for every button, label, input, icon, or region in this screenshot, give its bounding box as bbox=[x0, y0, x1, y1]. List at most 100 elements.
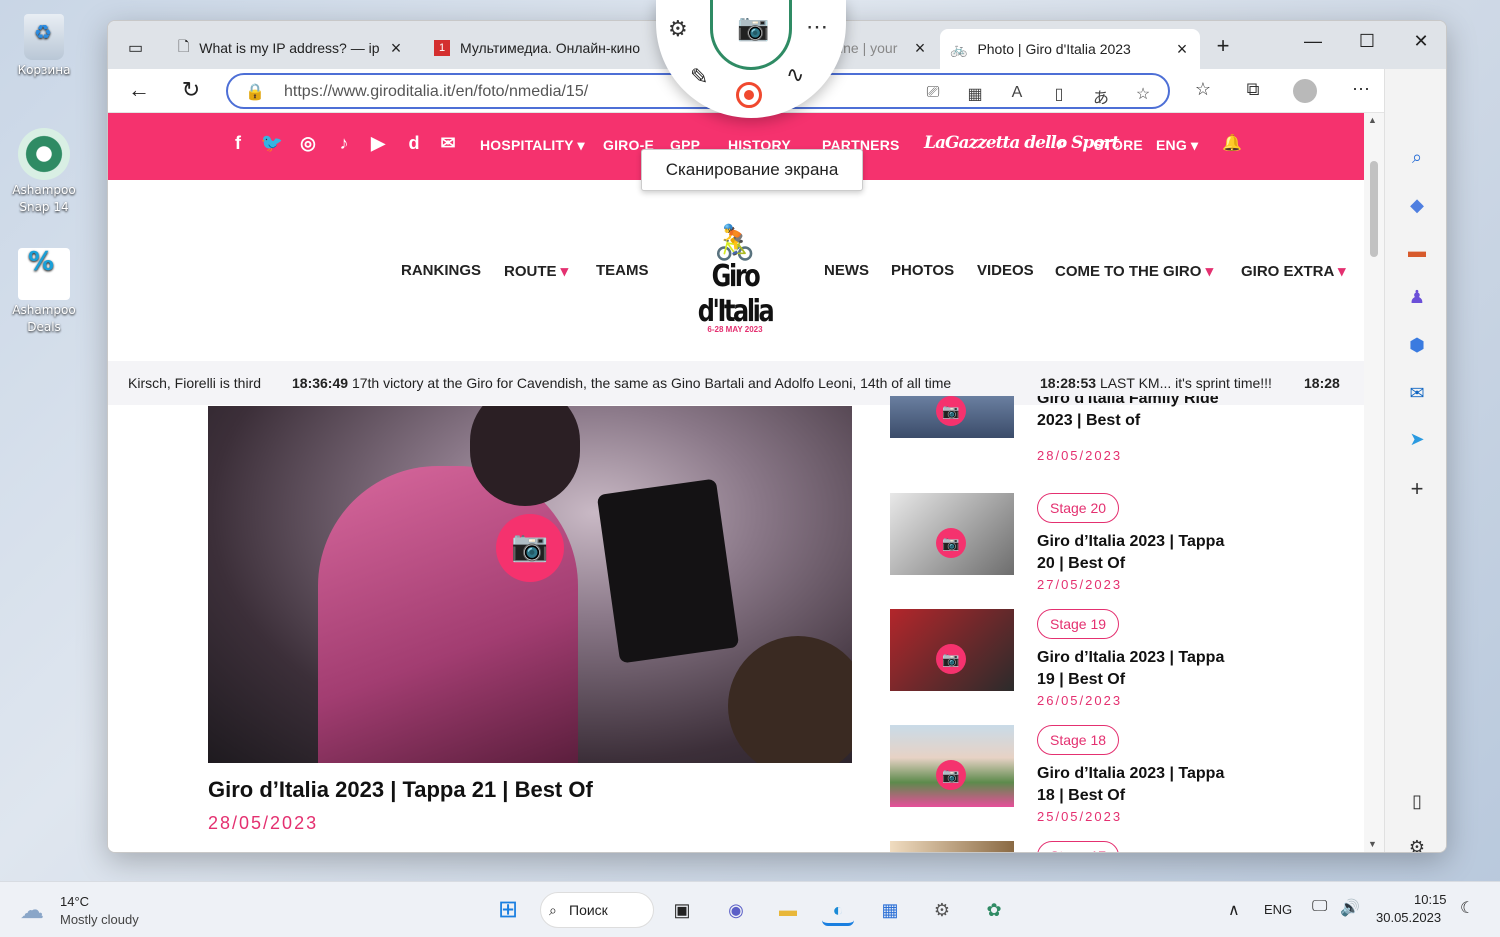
translate-icon[interactable]: あ bbox=[1090, 84, 1112, 108]
bell-icon[interactable]: 🔔 bbox=[1222, 133, 1242, 153]
scrollbar-thumb[interactable] bbox=[1370, 161, 1378, 257]
tab-label: What is my IP address? — ip. bbox=[199, 40, 380, 56]
tools-icon[interactable]: ▬ bbox=[1403, 237, 1431, 265]
nav-photos[interactable]: PHOTOS bbox=[891, 262, 954, 279]
page-scrollbar[interactable]: ▲ ▼ bbox=[1364, 113, 1384, 852]
hero-title[interactable]: Giro d’Italia 2023 | Tappa 21 | Best Of bbox=[208, 777, 593, 803]
more-options-icon[interactable]: ⋯ bbox=[1346, 79, 1376, 100]
tab-actions-button[interactable]: ▭ bbox=[118, 33, 158, 63]
store-icon[interactable]: ▦ bbox=[874, 894, 906, 926]
new-tab-button[interactable]: + bbox=[1200, 33, 1246, 59]
search-icon[interactable]: ⌕ bbox=[1403, 143, 1431, 171]
close-icon[interactable]: × bbox=[910, 38, 930, 59]
ashampoo-snap-taskbar-icon[interactable]: ✿ bbox=[978, 894, 1010, 926]
close-icon[interactable]: × bbox=[1172, 39, 1192, 60]
instagram-icon[interactable]: ◎ bbox=[296, 133, 320, 154]
start-icon[interactable]: ⊞ bbox=[492, 894, 524, 926]
maximize-button[interactable]: ☐ bbox=[1344, 31, 1390, 52]
send-icon[interactable]: ➤ bbox=[1403, 425, 1431, 453]
facebook-icon[interactable]: f bbox=[226, 133, 250, 154]
add-icon[interactable]: + bbox=[1403, 475, 1431, 503]
shopping-tag-icon[interactable]: ◆ bbox=[1403, 191, 1431, 219]
close-icon[interactable]: × bbox=[386, 38, 406, 59]
list-item[interactable]: Stage 17 bbox=[890, 841, 1250, 852]
nav-come-to-the-giro[interactable]: COME TO THE GIRO ▾ bbox=[1055, 262, 1213, 280]
network-icon[interactable]: 🖵 bbox=[1312, 898, 1327, 916]
desktop-ashampoo-snap[interactable]: Ashampoo Snap 14 bbox=[8, 128, 80, 216]
scroll-up-arrow[interactable]: ▲ bbox=[1368, 115, 1377, 125]
add-favorite-icon[interactable]: ☆ bbox=[1132, 84, 1154, 104]
list-item[interactable]: 📷 Stage 18 Giro d’Italia 2023 | Tappa 18… bbox=[890, 725, 1250, 835]
stage-badge[interactable]: Stage 18 bbox=[1037, 725, 1120, 755]
dailymotion-icon[interactable]: d bbox=[402, 133, 426, 154]
read-aloud-icon[interactable]: A bbox=[1006, 84, 1028, 102]
microsoft365-icon[interactable]: ⬢ bbox=[1403, 331, 1431, 359]
sidebar-toggle-icon[interactable]: ▯ bbox=[1403, 787, 1431, 815]
nav-teams[interactable]: TEAMS bbox=[596, 262, 649, 279]
gazzetta-logo[interactable]: LaGazzetta dello Sport bbox=[924, 133, 1119, 153]
app-available-icon[interactable]: ⎚ bbox=[922, 84, 944, 102]
scroll-down-arrow[interactable]: ▼ bbox=[1368, 839, 1377, 849]
taskbar-search[interactable]: ⌕ Поиск bbox=[540, 892, 654, 928]
pencil-icon[interactable]: ✎ bbox=[690, 64, 708, 90]
list-item[interactable]: 📷 Giro d'Italia Family Ride 2023 | Best … bbox=[890, 396, 1250, 476]
minimize-button[interactable]: — bbox=[1290, 31, 1336, 52]
stage-badge[interactable]: Stage 17 bbox=[1037, 841, 1120, 852]
refresh-button[interactable]: ↻ bbox=[176, 77, 206, 103]
item-date: 25/05/2023 bbox=[1037, 809, 1123, 824]
stage-badge[interactable]: Stage 19 bbox=[1037, 609, 1120, 639]
list-item[interactable]: 📷 Stage 20 Giro d’Italia 2023 | Tappa 20… bbox=[890, 493, 1250, 603]
list-item[interactable]: 📷 Stage 19 Giro d’Italia 2023 | Tappa 19… bbox=[890, 609, 1250, 719]
tiktok-icon[interactable]: ♪ bbox=[332, 133, 356, 154]
tab-ip-address[interactable]: 🗋 What is my IP address? — ip. × bbox=[168, 33, 414, 63]
nav-route[interactable]: ROUTE ▾ bbox=[504, 262, 568, 280]
scroll-capture-icon[interactable]: ∿ bbox=[786, 62, 804, 88]
lock-icon[interactable]: 🔒 bbox=[244, 82, 266, 102]
url-text[interactable]: https://www.giroditalia.it/en/foto/nmedi… bbox=[284, 83, 588, 101]
input-language[interactable]: ENG bbox=[1264, 902, 1292, 917]
weather-widget[interactable]: ☁ 14°C Mostly cloudy bbox=[20, 890, 160, 930]
favorites-icon[interactable]: ☆ bbox=[1188, 79, 1218, 100]
youtube-icon[interactable]: ▶ bbox=[366, 133, 390, 154]
task-view-icon[interactable]: ▣ bbox=[666, 894, 698, 926]
nav-videos[interactable]: VIDEOS bbox=[977, 262, 1034, 279]
profile-avatar[interactable] bbox=[1290, 79, 1320, 108]
immersive-reader-icon[interactable]: ▯ bbox=[1048, 84, 1070, 104]
nav-news[interactable]: NEWS bbox=[824, 262, 869, 279]
tab-giro-photo[interactable]: 🚲 Photo | Giro d'Italia 2023 × bbox=[940, 29, 1200, 69]
clock-time[interactable]: 10:15 bbox=[1414, 892, 1447, 907]
chevron-up-icon[interactable]: ∧ bbox=[1228, 900, 1240, 920]
moon-icon[interactable]: ☾ bbox=[1460, 898, 1474, 918]
nav-rankings[interactable]: RANKINGS bbox=[401, 262, 481, 279]
grid-icon[interactable]: ▦ bbox=[964, 84, 986, 104]
tab-multimedia[interactable]: 1 Мультимедиа. Онлайн-кино bbox=[424, 33, 660, 63]
twitter-icon[interactable]: 🐦 bbox=[260, 133, 284, 154]
topnav-hospitality[interactable]: HOSPITALITY ▾ bbox=[480, 137, 585, 154]
hero-photo[interactable]: 📷 bbox=[208, 406, 852, 763]
language-selector[interactable]: ENG ▾ bbox=[1156, 137, 1198, 154]
nav-giro-extra[interactable]: GIRO EXTRA ▾ bbox=[1241, 262, 1346, 280]
desktop-recycle-bin[interactable]: ♻ Корзина bbox=[8, 14, 80, 79]
collections-icon[interactable]: ⧉ bbox=[1238, 79, 1268, 100]
chat-icon[interactable]: ◉ bbox=[720, 894, 752, 926]
close-window-button[interactable]: ✕ bbox=[1398, 31, 1444, 52]
topnav-store[interactable]: STORE bbox=[1094, 137, 1143, 153]
settings-icon[interactable]: ⚙ bbox=[1403, 833, 1431, 852]
clock-date[interactable]: 30.05.2023 bbox=[1376, 910, 1441, 925]
edge-icon[interactable]: ◐ bbox=[822, 894, 854, 926]
back-button[interactable]: ← bbox=[124, 77, 154, 103]
giro-logo[interactable]: 🚴 Giro d'Italia 6-28 MAY 2023 bbox=[675, 223, 795, 334]
file-explorer-icon[interactable]: ▬ bbox=[772, 894, 804, 926]
volume-icon[interactable]: 🔊 bbox=[1340, 898, 1360, 918]
desktop-ashampoo-deals[interactable]: % Ashampoo Deals bbox=[8, 248, 80, 336]
mail-icon[interactable]: ✉ bbox=[436, 133, 460, 154]
record-icon[interactable] bbox=[736, 82, 762, 108]
gear-icon[interactable]: ⚙ bbox=[668, 16, 688, 42]
search-icon[interactable]: ⌕ bbox=[1058, 133, 1068, 154]
stage-badge[interactable]: Stage 20 bbox=[1037, 493, 1120, 523]
settings-icon[interactable]: ⚙ bbox=[926, 894, 958, 926]
games-icon[interactable]: ♟ bbox=[1403, 283, 1431, 311]
more-options-icon[interactable]: ⋯ bbox=[806, 14, 828, 40]
outlook-icon[interactable]: ✉ bbox=[1403, 379, 1431, 407]
logo-name: Giro d'Italia bbox=[697, 259, 775, 329]
